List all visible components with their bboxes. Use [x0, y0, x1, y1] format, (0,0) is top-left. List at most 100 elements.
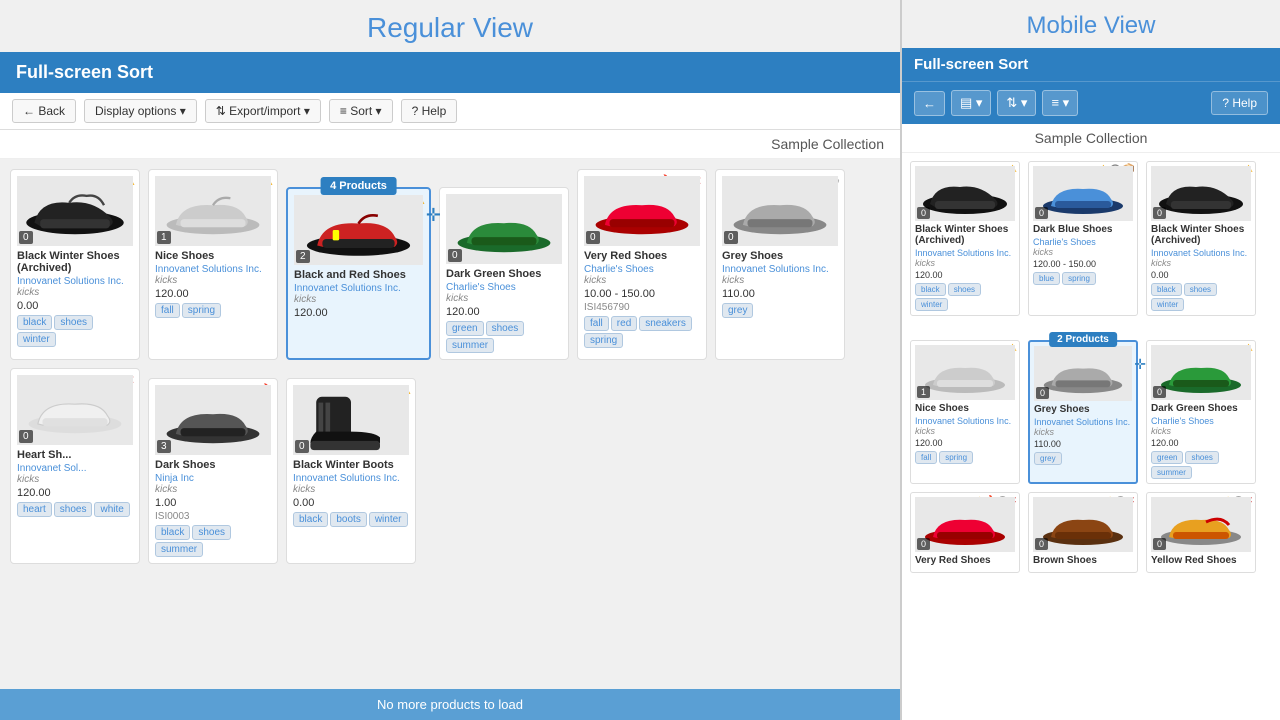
- mobile-view-title: Mobile View: [902, 0, 1280, 48]
- m-price-6: 120.00: [1151, 438, 1251, 448]
- mobile-img-8: 0: [1033, 497, 1133, 552]
- mobile-card-5[interactable]: 2 Products ✛ 0 Grey Shoes Innovanet Solu…: [1028, 340, 1138, 484]
- product-vendor-4: Charlie's Shoes: [446, 282, 562, 293]
- regular-view-panel: Regular View Full-screen Sort ← Back Dis…: [0, 0, 900, 720]
- mobile-group-badge: 2 Products: [1049, 332, 1117, 347]
- mobile-img-4: 1: [915, 345, 1015, 400]
- badge-6: 0: [724, 231, 738, 244]
- product-sku-8: ISI0003: [155, 511, 271, 522]
- display-options-button[interactable]: Display options ▾: [84, 99, 197, 123]
- m-tags-5: grey: [1034, 452, 1132, 465]
- product-card-6[interactable]: ⚠ 👁 0 Grey Shoes Innovanet Solutions Inc…: [715, 169, 845, 360]
- m-vendor-5: Innovanet Solutions Inc.: [1034, 417, 1132, 427]
- mobile-buttons: ← ▤ ▾ ⇅ ▾ ≡ ▾ ? Help: [902, 81, 1280, 124]
- sort-button[interactable]: ≡ Sort ▾: [329, 99, 393, 123]
- product-price-3: 120.00: [294, 307, 423, 319]
- product-tags-2: fall spring: [155, 303, 271, 318]
- mobile-card-7[interactable]: ⚠ 🔥 👁 ✕ 0 Very Red Shoes: [910, 492, 1020, 573]
- product-sku-5: ISI456790: [584, 302, 700, 313]
- mobile-img-6: 0: [1151, 345, 1251, 400]
- mobile-export-btn[interactable]: ⇅ ▾: [997, 90, 1036, 116]
- mobile-card-3[interactable]: ⚠ 0 Black Winter Shoes (Archived) Innova…: [1146, 161, 1256, 316]
- product-type-2: kicks: [155, 275, 271, 286]
- mobile-img-1: 0: [915, 166, 1015, 221]
- m-type-6: kicks: [1151, 426, 1251, 436]
- product-tags-4: green shoes summer: [446, 321, 562, 353]
- mobile-display-btn[interactable]: ▤ ▾: [951, 90, 991, 116]
- badge-1: 1: [157, 231, 171, 244]
- product-price-6: 110.00: [722, 288, 838, 300]
- product-card-7[interactable]: ⚠ 👁 ✕ 0 Heart Sh... Innovanet Sol... kic…: [10, 368, 140, 564]
- product-img-6: 0: [722, 176, 838, 246]
- product-vendor-2: Innovanet Solutions Inc.: [155, 264, 271, 275]
- product-price-5: 10.00 - 150.00: [584, 288, 700, 300]
- m-badge-2: 0: [1035, 207, 1048, 219]
- mobile-card-9[interactable]: ⚠ 👁 ✕ 0 Yellow Red Shoes: [1146, 492, 1256, 573]
- export-import-button[interactable]: ⇅ Export/import ▾: [205, 99, 321, 123]
- m-name-9: Yellow Red Shoes: [1151, 555, 1251, 566]
- mobile-card-6[interactable]: ⚠ 0 Dark Green Shoes Charlie's Shoes kic…: [1146, 340, 1256, 484]
- m-type-3: kicks: [1151, 258, 1251, 268]
- product-name-3: Black and Red Shoes: [294, 269, 423, 281]
- m-price-2: 120.00 - 150.00: [1033, 259, 1133, 269]
- product-card-4[interactable]: 0 Dark Green Shoes Charlie's Shoes kicks…: [439, 187, 569, 360]
- m-vendor-1: Innovanet Solutions Inc.: [915, 248, 1015, 258]
- product-img-5: 0: [584, 176, 700, 246]
- product-card-1[interactable]: ⚠ 0 Black Winter Shoes (Archived) Innova…: [10, 169, 140, 360]
- mobile-card-8[interactable]: ⚠ 👁 ✕ 0 Brown Shoes: [1028, 492, 1138, 573]
- mobile-img-5: 0: [1034, 346, 1132, 401]
- m-price-3: 0.00: [1151, 270, 1251, 280]
- product-type-4: kicks: [446, 293, 562, 304]
- product-vendor-5: Charlie's Shoes: [584, 264, 700, 275]
- product-vendor-7: Innovanet Sol...: [17, 463, 133, 474]
- mobile-card-4[interactable]: ⚠ 1 Nice Shoes Innovanet Solutions Inc. …: [910, 340, 1020, 484]
- m-price-4: 120.00: [915, 438, 1015, 448]
- product-type-1: kicks: [17, 287, 133, 298]
- mobile-card-1[interactable]: ⚠ 0 Black Winter Shoes (Archived) Innova…: [910, 161, 1020, 316]
- product-img-7: 0: [17, 375, 133, 445]
- product-card-9[interactable]: ⚠ 0 Black Winter Boots Innovanet Solutio…: [286, 378, 416, 564]
- m-badge-5: 0: [1036, 387, 1049, 399]
- product-vendor-6: Innovanet Solutions Inc.: [722, 264, 838, 275]
- product-img-8: 3: [155, 385, 271, 455]
- product-tags-9: black boots winter: [293, 512, 409, 527]
- product-card-2[interactable]: ⚠ 1 Nice Shoes Innovanet Solutions Inc. …: [148, 169, 278, 360]
- mobile-move-icon: ✛: [1134, 356, 1146, 373]
- mobile-sort-btn[interactable]: ≡ ▾: [1042, 90, 1078, 116]
- product-img-4: 0: [446, 194, 562, 264]
- m-badge-6: 0: [1153, 386, 1166, 398]
- regular-view-title: Regular View: [0, 0, 900, 52]
- product-tags-1: black shoes winter: [17, 315, 133, 347]
- mobile-collection-name: Sample Collection: [902, 124, 1280, 153]
- m-badge-7: 0: [917, 538, 930, 550]
- product-name-9: Black Winter Boots: [293, 459, 409, 471]
- product-img-2: 1: [155, 176, 271, 246]
- mobile-view-panel: Mobile View Full-screen Sort ← ▤ ▾ ⇅ ▾ ≡…: [900, 0, 1280, 720]
- product-vendor-9: Innovanet Solutions Inc.: [293, 473, 409, 484]
- mobile-img-7: 0: [915, 497, 1015, 552]
- mobile-help-btn[interactable]: ? Help: [1211, 91, 1268, 115]
- product-card-5[interactable]: ⚠ 🔥 👁 ✕ 0 Very Red Shoes Charlie's Shoes…: [577, 169, 707, 360]
- m-type-5: kicks: [1034, 427, 1132, 437]
- product-img-1: 0: [17, 176, 133, 246]
- product-tags-6: grey: [722, 303, 838, 318]
- mobile-card-2[interactable]: ⚠ 👁 📦 0 Dark Blue Shoes Charlie's Shoes …: [1028, 161, 1138, 316]
- help-button[interactable]: ? Help: [401, 99, 458, 123]
- product-type-7: kicks: [17, 474, 133, 485]
- product-price-9: 0.00: [293, 497, 409, 509]
- product-type-6: kicks: [722, 275, 838, 286]
- product-tags-7: heart shoes white: [17, 502, 133, 517]
- regular-view-header: Full-screen Sort: [0, 52, 900, 93]
- mobile-products-grid: ⚠ 0 Black Winter Shoes (Archived) Innova…: [902, 153, 1280, 720]
- m-badge-1: 0: [917, 207, 930, 219]
- back-button[interactable]: ← Back: [12, 99, 76, 123]
- mobile-back-btn[interactable]: ←: [914, 91, 945, 116]
- product-img-3: 2: [294, 195, 423, 265]
- product-price-1: 0.00: [17, 300, 133, 312]
- product-card-3[interactable]: 4 Products ✛ ⚠ 2 Black and Red Shoes: [286, 187, 431, 360]
- product-tags-8: black shoes summer: [155, 525, 271, 557]
- m-name-8: Brown Shoes: [1033, 555, 1133, 566]
- product-card-8[interactable]: 🔥 3 Dark Shoes Ninja Inc kicks 1.00 ISI0…: [148, 378, 278, 564]
- m-vendor-2: Charlie's Shoes: [1033, 237, 1133, 247]
- product-name-6: Grey Shoes: [722, 250, 838, 262]
